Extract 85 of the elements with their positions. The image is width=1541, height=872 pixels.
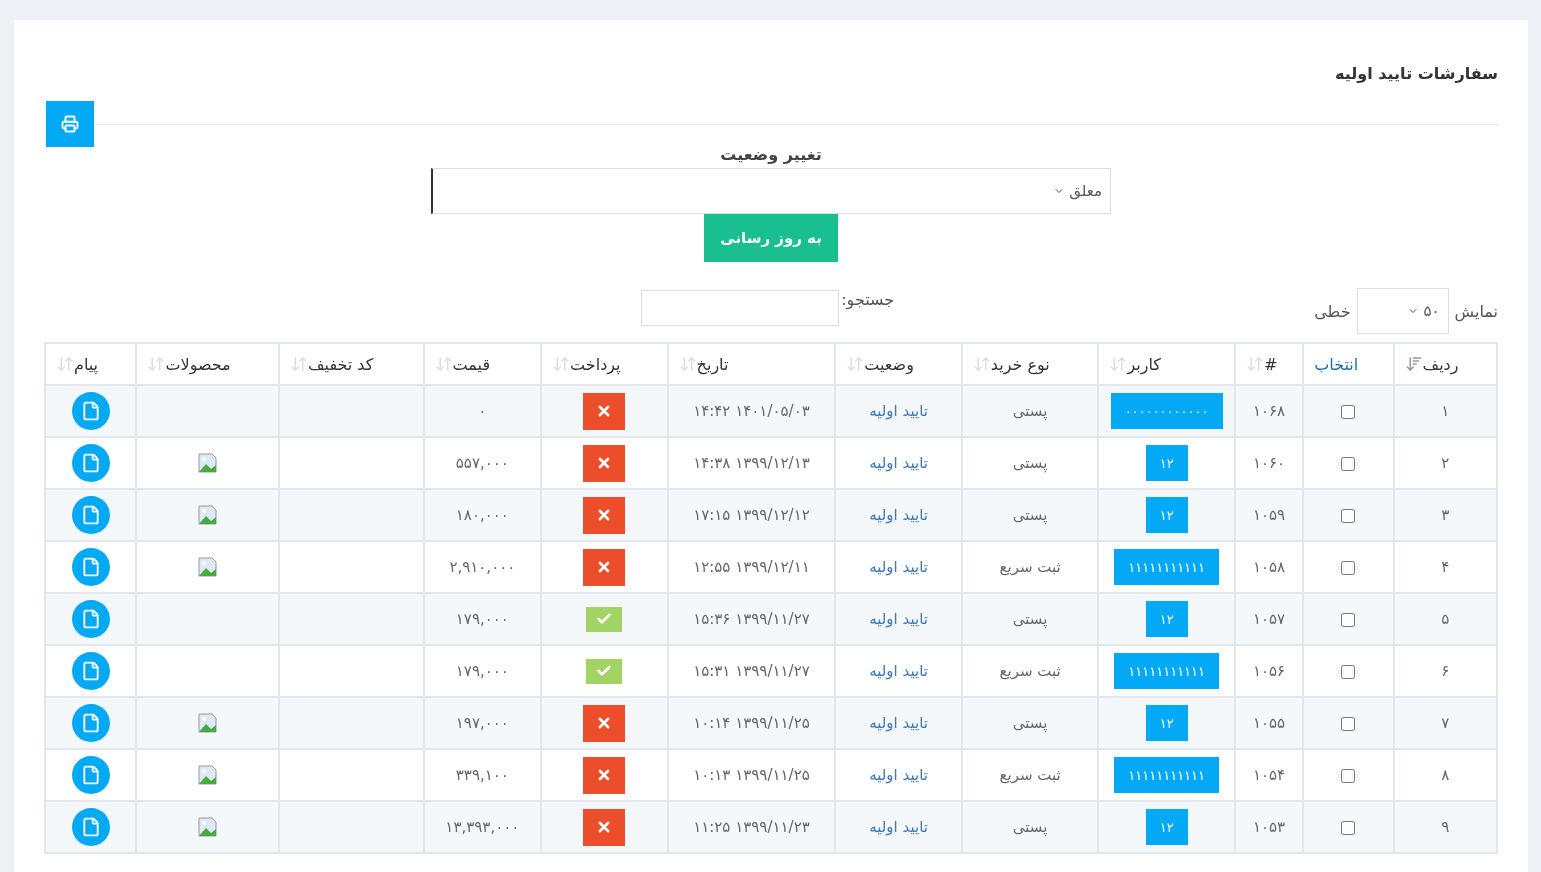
printer-icon [61, 115, 79, 133]
broken-image-icon [197, 765, 218, 785]
broken-image-icon [197, 453, 218, 473]
row-checkbox[interactable] [1341, 404, 1356, 419]
lines-label: خطی [1314, 301, 1351, 321]
table-cell: ۹ [1393, 801, 1497, 853]
row-checkbox[interactable] [1341, 508, 1356, 523]
user-button[interactable]: ۱۱۱۱۱۱۱۱۱۱۱ [1114, 549, 1220, 585]
search-field[interactable] [641, 290, 840, 326]
print-button[interactable] [46, 101, 94, 147]
message-button[interactable] [71, 600, 110, 638]
user-button[interactable]: ۰۰۰۰۰۰۰۰۰۰۰۰ [1110, 393, 1223, 429]
table-cell: ۱۳,۳۹۳,۰۰۰ [423, 801, 542, 853]
user-button[interactable]: ۱۲ [1145, 497, 1188, 533]
column-header[interactable]: قیمت [452, 354, 491, 374]
file-icon [80, 765, 101, 785]
user-button[interactable]: ۱۲ [1145, 705, 1188, 741]
page-length-select[interactable]: ۵۰ [1356, 288, 1449, 334]
user-button[interactable]: ۱۲ [1145, 809, 1188, 845]
status-link[interactable]: تایید اولیه [869, 766, 928, 784]
sort-icon[interactable] [56, 355, 74, 373]
status-link[interactable]: تایید اولیه [869, 454, 928, 472]
row-checkbox[interactable] [1341, 716, 1356, 731]
status-link[interactable]: تایید اولیه [869, 506, 928, 524]
row-checkbox[interactable] [1341, 664, 1356, 679]
sort-icon[interactable] [1109, 355, 1128, 373]
sort-icon[interactable] [434, 355, 453, 373]
table-cell: ۱۳۹۹/۱۱/۲۳ ۱۱:۲۵ [667, 801, 836, 853]
message-button[interactable] [71, 704, 110, 742]
message-button[interactable] [71, 392, 110, 430]
column-header[interactable]: # [1263, 354, 1278, 374]
column-header[interactable]: تاریخ [696, 354, 729, 374]
file-icon [80, 505, 101, 525]
column-header[interactable]: پرداخت [570, 354, 621, 374]
sort-icon[interactable] [846, 355, 865, 373]
status-link[interactable]: تایید اولیه [869, 714, 928, 732]
user-button[interactable]: ۱۱۱۱۱۱۱۱۱۱۱ [1114, 757, 1220, 793]
search-label: جستجو: [841, 290, 895, 309]
broken-image-icon [197, 557, 218, 577]
sort-icon[interactable] [147, 355, 166, 373]
user-button[interactable]: ۱۱۱۱۱۱۱۱۱۱۱ [1114, 653, 1220, 689]
status-label: تغییر وضعیت [720, 145, 822, 164]
status-link[interactable]: تایید اولیه [869, 610, 928, 628]
user-button[interactable]: ۱۲ [1145, 601, 1188, 637]
status-link[interactable]: تایید اولیه [869, 558, 928, 576]
file-icon [80, 609, 101, 629]
table-cell: پستی [961, 801, 1099, 853]
table-cell: ۱۰۵۳ [1234, 801, 1304, 853]
broken-image-icon [197, 505, 218, 525]
message-button[interactable] [71, 756, 110, 794]
file-icon [80, 557, 101, 577]
status-link[interactable]: تایید اولیه [869, 402, 928, 420]
message-button[interactable] [71, 496, 110, 534]
show-label: نمایش [1454, 301, 1498, 321]
sort-icon[interactable] [678, 355, 697, 373]
file-icon [80, 817, 101, 837]
message-button[interactable] [71, 548, 110, 586]
sort-icon[interactable] [1245, 355, 1264, 373]
user-button[interactable]: ۱۲ [1145, 445, 1188, 481]
message-button[interactable] [71, 808, 110, 846]
file-icon [80, 713, 101, 733]
sort-icon[interactable] [290, 355, 308, 373]
message-button[interactable] [71, 444, 110, 482]
column-header[interactable]: ردیف [1422, 354, 1459, 374]
row-checkbox[interactable] [1341, 612, 1356, 627]
sort-descending-icon[interactable] [1404, 355, 1423, 373]
broken-image-icon [197, 713, 218, 733]
status-link[interactable]: تایید اولیه [869, 662, 928, 680]
status-link[interactable]: تایید اولیه [869, 818, 928, 836]
column-header[interactable]: کاربر [1127, 354, 1161, 374]
file-icon [80, 453, 101, 473]
row-checkbox[interactable] [1341, 560, 1356, 575]
row-checkbox[interactable] [1341, 820, 1356, 835]
file-icon [80, 661, 101, 681]
column-header[interactable]: وضعیت [864, 354, 914, 374]
sort-icon[interactable] [552, 355, 571, 373]
row-checkbox[interactable] [1341, 456, 1356, 471]
row-checkbox[interactable] [1341, 768, 1356, 783]
file-icon [80, 401, 101, 421]
sort-icon[interactable] [972, 355, 991, 373]
column-header[interactable]: پیام [74, 354, 99, 374]
page-title: سفارشات تایید اولیه [1335, 64, 1498, 83]
broken-image-icon [197, 817, 218, 837]
update-button[interactable]: به روز رسانی [704, 214, 838, 262]
message-button[interactable] [71, 652, 110, 690]
